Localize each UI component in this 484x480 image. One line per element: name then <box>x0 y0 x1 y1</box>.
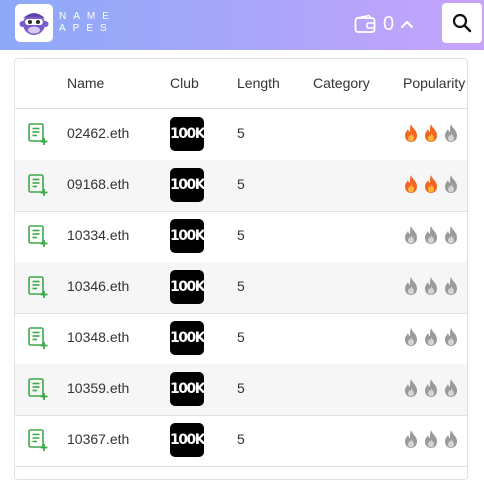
length-cell: 5 <box>237 431 245 447</box>
club-badge: 100K <box>170 321 206 355</box>
fire-icon <box>425 328 437 346</box>
length-cell: 5 <box>237 227 245 243</box>
search-icon <box>452 13 472 33</box>
brand-wordmark: NAME APES <box>59 11 116 35</box>
column-header-length[interactable]: Length <box>237 75 280 91</box>
club-badge: 100K <box>170 270 206 304</box>
name-cell[interactable]: 10346.eth <box>67 278 129 294</box>
club-badge: 100K <box>170 117 206 151</box>
fire-icon <box>445 379 457 397</box>
name-cell[interactable]: 09168.eth <box>67 176 129 192</box>
add-to-list-icon <box>28 174 48 196</box>
names-table: Name Club Length Category Popularity 024… <box>14 58 468 480</box>
length-cell: 5 <box>237 125 245 141</box>
club-badge: 100K <box>170 219 206 253</box>
table-row[interactable]: 10359.eth 100K 5 <box>15 364 467 416</box>
column-header-name[interactable]: Name <box>67 75 104 91</box>
add-to-list-icon <box>28 225 48 247</box>
popularity-rating <box>402 225 460 245</box>
wallet-button[interactable]: 0 <box>354 12 414 36</box>
fire-icon <box>405 124 417 142</box>
popularity-rating <box>402 123 460 143</box>
table-row[interactable]: 02462.eth 100K 5 <box>15 109 467 161</box>
name-cell[interactable]: 10367.eth <box>67 431 129 447</box>
fire-icon <box>445 124 457 142</box>
fire-icon <box>425 277 437 295</box>
length-cell: 5 <box>237 176 245 192</box>
club-badge: 100K <box>170 423 206 457</box>
name-cell[interactable]: 10348.eth <box>67 329 129 345</box>
fire-icon <box>425 379 437 397</box>
fire-icon <box>425 175 437 193</box>
club-badge: 100K <box>170 372 206 406</box>
popularity-rating <box>402 429 460 449</box>
table-row[interactable]: 10348.eth 100K 5 <box>15 313 467 365</box>
name-cell[interactable]: 10334.eth <box>67 227 129 243</box>
brand-line-2: APES <box>59 23 114 34</box>
fire-icon <box>425 226 437 244</box>
fire-icon <box>425 124 437 142</box>
table-header: Name Club Length Category Popularity <box>15 59 467 109</box>
popularity-rating <box>402 378 460 398</box>
wallet-icon <box>354 14 376 33</box>
club-badge: 100K <box>170 168 206 202</box>
popularity-rating <box>402 174 460 194</box>
name-cell[interactable]: 10359.eth <box>67 380 129 396</box>
column-header-category[interactable]: Category <box>313 75 370 91</box>
table-row[interactable]: 10334.eth 100K 5 <box>15 211 467 263</box>
add-to-list-icon <box>28 327 48 349</box>
fire-icon <box>445 277 457 295</box>
ape-logo-icon <box>19 13 49 35</box>
fire-icon <box>405 226 417 244</box>
name-cell[interactable]: 02462.eth <box>67 125 129 141</box>
fire-icon <box>425 430 437 448</box>
wallet-count: 0 <box>383 12 395 35</box>
fire-icon <box>445 430 457 448</box>
column-header-popularity[interactable]: Popularity <box>403 75 465 91</box>
chevron-up-icon[interactable] <box>400 19 414 29</box>
length-cell: 5 <box>237 278 245 294</box>
popularity-rating <box>402 327 460 347</box>
search-button[interactable] <box>442 3 482 43</box>
fire-icon <box>405 328 417 346</box>
fire-icon <box>405 430 417 448</box>
table-row[interactable]: 10346.eth 100K 5 <box>15 262 467 314</box>
fire-icon <box>445 226 457 244</box>
add-to-list-icon <box>28 429 48 451</box>
fire-icon <box>445 175 457 193</box>
length-cell: 5 <box>237 329 245 345</box>
fire-icon <box>405 379 417 397</box>
fire-icon <box>405 277 417 295</box>
table-row[interactable]: 10367.eth 100K 5 <box>15 415 467 467</box>
fire-icon <box>405 175 417 193</box>
table-row[interactable]: 09168.eth 100K 5 <box>15 160 467 212</box>
length-cell: 5 <box>237 380 245 396</box>
logo[interactable] <box>15 4 53 42</box>
popularity-rating <box>402 276 460 296</box>
brand-line-1: NAME <box>59 11 116 22</box>
add-to-list-icon <box>28 123 48 145</box>
top-bar: NAME APES 0 <box>0 0 484 50</box>
add-to-list-icon <box>28 276 48 298</box>
fire-icon <box>445 328 457 346</box>
add-to-list-icon <box>28 378 48 400</box>
column-header-club[interactable]: Club <box>170 75 199 91</box>
